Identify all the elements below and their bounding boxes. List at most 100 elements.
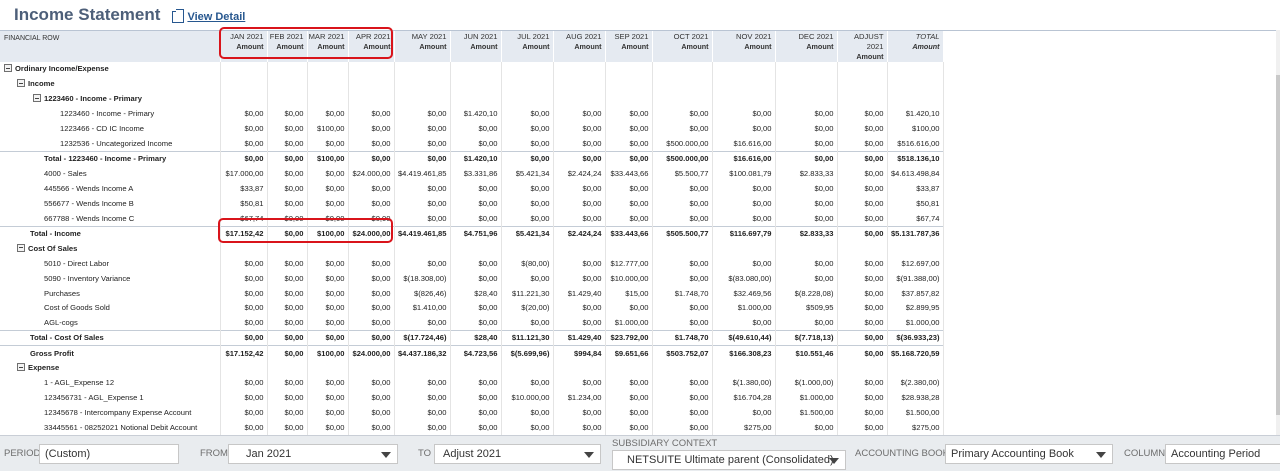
amount-cell[interactable]: $0,00 xyxy=(775,315,838,331)
amount-cell[interactable]: $2.833,33 xyxy=(775,166,838,182)
amount-cell[interactable]: $0,00 xyxy=(605,405,653,421)
amount-cell[interactable]: $11.221,30 xyxy=(501,286,554,301)
amount-cell[interactable]: $0,00 xyxy=(348,211,395,227)
amount-cell[interactable]: $10.000,00 xyxy=(605,271,653,287)
amount-cell[interactable]: $0,00 xyxy=(307,196,349,212)
amount-cell[interactable]: $0,00 xyxy=(220,121,268,137)
amount-cell[interactable]: $0,00 xyxy=(652,315,713,331)
amount-cell[interactable]: $0,00 xyxy=(553,136,606,152)
column-header-mar-2021[interactable]: MAR 2021 Amount xyxy=(307,31,349,62)
amount-cell[interactable]: $12.777,00 xyxy=(605,256,653,272)
amount-cell[interactable]: $275,00 xyxy=(887,420,944,435)
period-field[interactable]: (Custom) xyxy=(39,444,179,464)
amount-cell[interactable]: $(83.080,00) xyxy=(712,271,776,287)
amount-cell[interactable]: $0,00 xyxy=(267,136,308,152)
amount-cell[interactable]: $0,00 xyxy=(712,405,776,421)
amount-cell[interactable]: $0,00 xyxy=(837,181,888,197)
amount-cell[interactable]: $0,00 xyxy=(605,196,653,212)
amount-cell[interactable]: $509,95 xyxy=(775,301,838,316)
amount-cell[interactable]: $0,00 xyxy=(501,196,554,212)
amount-cell[interactable]: $0,00 xyxy=(837,375,888,391)
amount-cell[interactable]: $0,00 xyxy=(450,271,502,287)
amount-cell[interactable]: $0,00 xyxy=(450,301,502,316)
amount-cell[interactable]: $33,87 xyxy=(220,181,268,197)
amount-cell[interactable]: $0,00 xyxy=(267,301,308,316)
amount-cell[interactable]: $0,00 xyxy=(837,271,888,287)
amount-cell[interactable]: $17.000,00 xyxy=(220,166,268,182)
amount-cell[interactable]: $1.420,10 xyxy=(887,106,944,122)
amount-cell[interactable]: $0,00 xyxy=(553,420,606,435)
amount-cell[interactable]: $0,00 xyxy=(775,256,838,272)
amount-cell[interactable]: $0,00 xyxy=(307,271,349,287)
amount-cell[interactable]: $0,00 xyxy=(837,121,888,137)
column-header-jul-2021[interactable]: JUL 2021 Amount xyxy=(501,31,554,62)
amount-cell[interactable]: $0,00 xyxy=(837,286,888,301)
amount-cell[interactable]: $0,00 xyxy=(220,375,268,391)
amount-cell[interactable]: $0,00 xyxy=(307,166,349,182)
amount-cell[interactable]: $0,00 xyxy=(501,375,554,391)
amount-cell[interactable]: $0,00 xyxy=(605,136,653,152)
amount-cell[interactable]: $0,00 xyxy=(712,196,776,212)
amount-cell[interactable]: $16.704,28 xyxy=(712,390,776,406)
collapse-icon[interactable] xyxy=(17,243,25,252)
amount-cell[interactable]: $0,00 xyxy=(307,375,349,391)
amount-cell[interactable]: $32.469,56 xyxy=(712,286,776,301)
amount-cell[interactable]: $0,00 xyxy=(605,420,653,435)
amount-cell[interactable]: $1.748,70 xyxy=(652,286,713,301)
amount-cell[interactable]: $(1.000,00) xyxy=(775,375,838,391)
amount-cell[interactable]: $0,00 xyxy=(348,181,395,197)
amount-cell[interactable]: $0,00 xyxy=(775,211,838,227)
amount-cell[interactable]: $0,00 xyxy=(605,181,653,197)
amount-cell[interactable]: $4.419.461,85 xyxy=(394,166,451,182)
amount-cell[interactable]: $0,00 xyxy=(220,390,268,406)
collapse-icon[interactable] xyxy=(33,94,41,103)
amount-cell[interactable]: $0,00 xyxy=(348,301,395,316)
amount-cell[interactable]: $500.000,00 xyxy=(652,136,713,152)
amount-cell[interactable]: $0,00 xyxy=(775,136,838,152)
amount-cell[interactable]: $0,00 xyxy=(267,375,308,391)
amount-cell[interactable]: $0,00 xyxy=(307,136,349,152)
amount-cell[interactable]: $0,00 xyxy=(394,181,451,197)
amount-cell[interactable]: $(1.380,00) xyxy=(712,375,776,391)
amount-cell[interactable]: $0,00 xyxy=(553,211,606,227)
from-select[interactable]: Jan 2021 xyxy=(228,444,398,464)
amount-cell[interactable]: $0,00 xyxy=(652,106,713,122)
column-header-jun-2021[interactable]: JUN 2021 Amount xyxy=(450,31,502,62)
amount-cell[interactable]: $1.500,00 xyxy=(887,405,944,421)
amount-cell[interactable]: $0,00 xyxy=(307,211,349,227)
column-header-adjust-2021[interactable]: ADJUST 2021 Amount xyxy=(837,31,888,62)
amount-cell[interactable]: $0,00 xyxy=(220,106,268,122)
row-label[interactable]: 33445561 - 08252021 Notional Debit Accou… xyxy=(44,423,197,432)
amount-cell[interactable]: $0,00 xyxy=(348,271,395,287)
amount-cell[interactable]: $100.081,79 xyxy=(712,166,776,182)
amount-cell[interactable]: $0,00 xyxy=(775,181,838,197)
amount-cell[interactable]: $0,00 xyxy=(220,256,268,272)
row-label[interactable]: 1223466 - CD IC Income xyxy=(60,124,144,133)
amount-cell[interactable]: $0,00 xyxy=(348,106,395,122)
row-label[interactable]: 445566 - Wends Income A xyxy=(44,184,133,193)
amount-cell[interactable]: $0,00 xyxy=(394,211,451,227)
amount-cell[interactable]: $0,00 xyxy=(605,390,653,406)
amount-cell[interactable]: $0,00 xyxy=(837,106,888,122)
collapse-icon[interactable] xyxy=(17,363,25,372)
amount-cell[interactable]: $0,00 xyxy=(501,420,554,435)
amount-cell[interactable]: $4.613.498,84 xyxy=(887,166,944,182)
amount-cell[interactable]: $0,00 xyxy=(450,315,502,331)
amount-cell[interactable]: $50,81 xyxy=(220,196,268,212)
amount-cell[interactable]: $2.899,95 xyxy=(887,301,944,316)
amount-cell[interactable]: $0,00 xyxy=(348,420,395,435)
amount-cell[interactable]: $0,00 xyxy=(220,271,268,287)
amount-cell[interactable]: $0,00 xyxy=(652,211,713,227)
amount-cell[interactable]: $1.000,00 xyxy=(712,301,776,316)
collapse-icon[interactable] xyxy=(17,79,25,88)
amount-cell[interactable]: $0,00 xyxy=(450,181,502,197)
column-header-oct-2021[interactable]: OCT 2021 Amount xyxy=(652,31,713,62)
scrollbar-thumb[interactable] xyxy=(1276,75,1280,415)
amount-cell[interactable]: $16.616,00 xyxy=(712,136,776,152)
amount-cell[interactable]: $0,00 xyxy=(605,375,653,391)
amount-cell[interactable]: $0,00 xyxy=(394,420,451,435)
amount-cell[interactable]: $1.000,00 xyxy=(775,390,838,406)
amount-cell[interactable]: $0,00 xyxy=(348,121,395,137)
amount-cell[interactable]: $0,00 xyxy=(553,315,606,331)
amount-cell[interactable]: $3.331,86 xyxy=(450,166,502,182)
